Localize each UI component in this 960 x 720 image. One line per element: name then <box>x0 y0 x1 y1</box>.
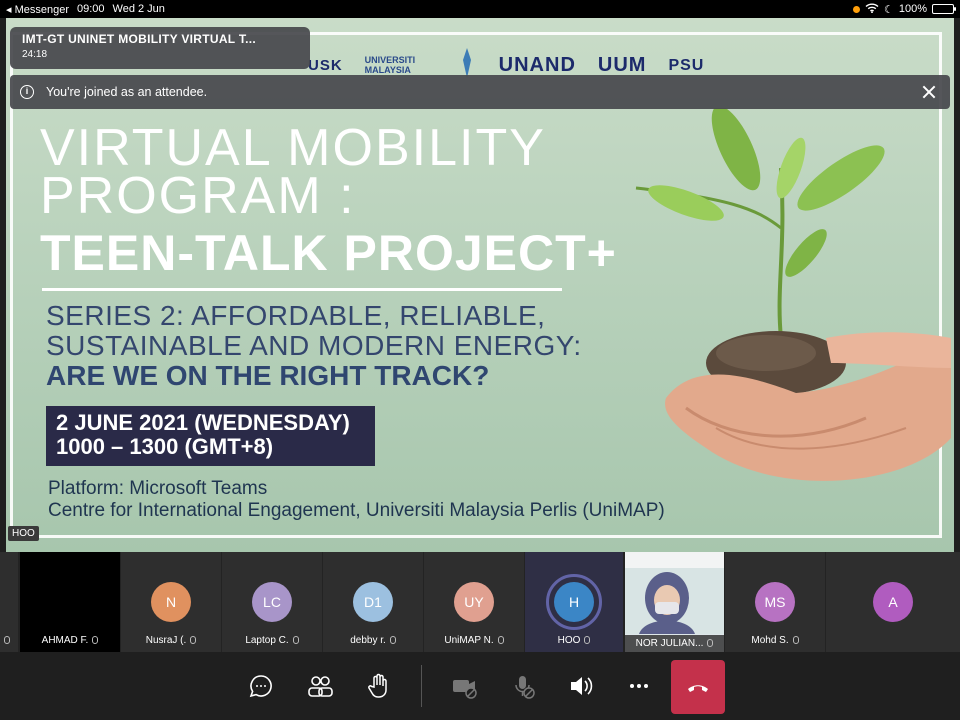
participant-name: NusraJ (. <box>121 635 221 646</box>
event-time: 1000 – 1300 (GMT+8) <box>56 434 274 459</box>
meeting-duration: 24:18 <box>22 49 48 60</box>
meeting-info-chip[interactable]: IMT-GT UNINET MOBILITY VIRTUAL T... 24:1… <box>10 27 310 69</box>
teams-meeting-window: ◂ Messenger 09:00 Wed 2 Jun ☾ 100% USK U… <box>0 0 960 720</box>
moon-icon: ☾ <box>883 3 894 16</box>
logo-uum: UUM <box>597 54 647 76</box>
battery-percent: 100% <box>898 3 927 15</box>
participant-tile[interactable]: LC Laptop C. <box>222 552 322 652</box>
close-icon[interactable] <box>918 81 940 103</box>
presenter-tag: HOO <box>8 526 39 541</box>
event-date: 2 JUNE 2021 (WEDNESDAY) <box>56 410 350 435</box>
battery-icon <box>932 4 956 14</box>
status-date: Wed 2 Jun <box>112 3 165 15</box>
platform-info: Platform: Microsoft Teams Centre for Int… <box>48 478 665 522</box>
mic-off-icon <box>515 676 535 699</box>
avatar: LC <box>252 582 292 622</box>
seedling-hands-illustration <box>635 108 951 481</box>
series-line3: ARE WE ON THE RIGHT TRACK? <box>46 360 490 391</box>
controls-divider <box>421 665 422 707</box>
participant-name: debby r. <box>323 635 423 646</box>
info-icon: i <box>20 85 34 99</box>
participant-tile[interactable]: AHMAD F. <box>20 552 120 652</box>
mic-muted-icon <box>92 636 99 644</box>
back-to-messenger[interactable]: ◂ Messenger <box>6 3 69 16</box>
mic-muted-icon <box>792 636 799 644</box>
notice-text: You're joined as an attendee. <box>46 85 208 99</box>
mic-muted-icon <box>389 636 396 644</box>
meeting-title: IMT-GT UNINET MOBILITY VIRTUAL T... <box>22 32 257 46</box>
logo-unand: UNAND <box>498 54 576 76</box>
chat-button[interactable] <box>243 668 279 704</box>
participant-name: AHMAD F. <box>20 635 120 646</box>
participant-video-feed <box>625 552 724 634</box>
participant-tile[interactable]: D1 debby r. <box>323 552 423 652</box>
avatar: D1 <box>353 582 393 622</box>
avatar: N <box>151 582 191 622</box>
mic-off-button[interactable] <box>505 668 541 704</box>
participant-name: UniMAP N. <box>424 635 524 646</box>
slide-title-line2: PROGRAM : <box>40 167 356 225</box>
participant-tile[interactable]: N NusraJ (. <box>121 552 221 652</box>
raise-hand-icon <box>368 673 387 698</box>
avatar: A <box>873 582 913 622</box>
camera-off-icon <box>453 680 477 699</box>
participant-name: Laptop C. <box>222 635 322 646</box>
avatar: UY <box>454 582 494 622</box>
participant-tile[interactable]: UY UniMAP N. <box>424 552 524 652</box>
participant-name: Mohd S. <box>725 635 825 646</box>
participant-tile-partial[interactable] <box>0 552 18 652</box>
participant-tile-video[interactable]: NOR JULIAN... <box>625 552 724 652</box>
series-line1: SERIES 2: AFFORDABLE, RELIABLE, <box>46 300 546 331</box>
raise-hand-button[interactable] <box>361 668 397 704</box>
hang-up-icon <box>688 685 708 692</box>
recording-dot-icon <box>852 5 860 13</box>
title-divider <box>42 288 562 291</box>
mic-muted-icon <box>4 636 10 644</box>
participant-name: HOO <box>525 635 623 646</box>
avatar: MS <box>755 582 795 622</box>
meeting-controls-bar <box>0 652 960 720</box>
slide-title-line3: TEEN-TALK PROJECT+ <box>40 225 617 281</box>
participant-tile-active-speaker[interactable]: H HOO <box>525 552 623 652</box>
participant-name: NOR JULIAN... <box>625 635 724 652</box>
more-icon <box>630 684 648 688</box>
mic-muted-icon <box>584 636 591 644</box>
participant-tile[interactable]: MS Mohd S. <box>725 552 825 652</box>
speaker-icon <box>571 677 593 695</box>
wifi-icon <box>865 3 879 16</box>
chat-icon <box>249 675 272 698</box>
logo-universiti-malaysia: UNIVERSITI MALAYSIA <box>364 54 416 75</box>
participant-tile[interactable]: A <box>826 552 960 652</box>
mic-muted-icon <box>497 636 504 644</box>
logo-usk: USK <box>308 57 343 74</box>
organizer-line: Centre for International Engagement, Uni… <box>48 500 665 521</box>
ios-status-bar: ◂ Messenger 09:00 Wed 2 Jun ☾ 100% <box>0 0 960 18</box>
mic-muted-icon <box>707 639 714 647</box>
participants-button[interactable] <box>302 668 338 704</box>
hang-up-button[interactable] <box>671 660 725 714</box>
mic-muted-icon <box>292 636 299 644</box>
participant-strip[interactable]: AHMAD F. N NusraJ (. LC Laptop C. D1 deb… <box>0 552 960 652</box>
attendee-notice-banner: i You're joined as an attendee. <box>10 75 950 109</box>
camera-off-button[interactable] <box>446 668 482 704</box>
people-icon <box>308 676 333 697</box>
status-time: 09:00 <box>77 3 105 15</box>
avatar: H <box>554 582 594 622</box>
platform-line: Platform: Microsoft Teams <box>48 478 268 499</box>
mic-muted-icon <box>190 636 197 644</box>
more-options-button[interactable] <box>621 668 657 704</box>
logo-psu: PSU <box>668 56 705 74</box>
series-line2: SUSTAINABLE AND MODERN ENERGY: <box>46 330 582 361</box>
event-date-box: 2 JUNE 2021 (WEDNESDAY) 1000 – 1300 (GMT… <box>46 406 375 466</box>
speaker-button[interactable] <box>563 668 599 704</box>
